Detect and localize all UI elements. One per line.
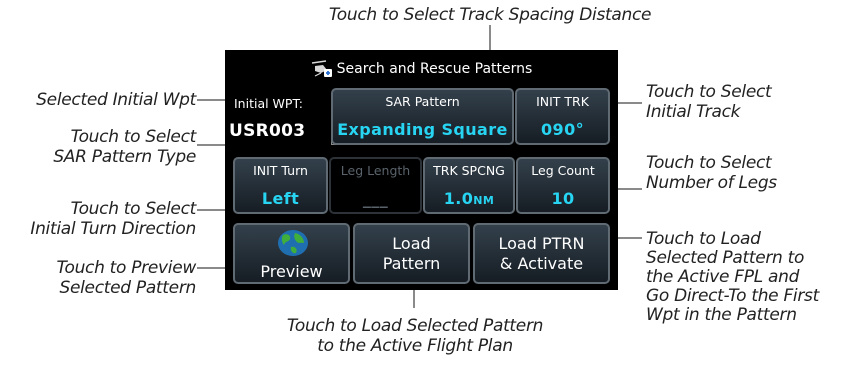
callout-load-activate: Touch to Load Selected Pattern to the Ac…	[646, 230, 854, 325]
trk-spcng-value: 1.0	[443, 189, 474, 208]
callout-preview: Touch to Preview Selected Pattern	[0, 258, 196, 298]
preview-label: Preview	[260, 262, 323, 281]
callout-load-pattern: Touch to Load Selected Pattern to the Ac…	[240, 316, 590, 356]
callout-line: Go Direct-To the First	[646, 286, 819, 306]
initial-wpt-value: USR003	[229, 121, 306, 141]
sar-pattern-value: Expanding Square	[337, 120, 508, 139]
init-trk-button[interactable]: INIT TRK 090°	[515, 88, 610, 145]
load-activate-line2: & Activate	[499, 254, 584, 273]
callout-line: SAR Pattern Type	[53, 147, 196, 167]
trk-spcng-label: TRK SPCNG	[433, 163, 505, 178]
init-turn-button[interactable]: INIT Turn Left	[233, 157, 328, 214]
load-pattern-line2: Pattern	[382, 254, 441, 273]
init-turn-value: Left	[261, 189, 300, 208]
callout-line: Touch to Load	[646, 229, 761, 249]
init-turn-label: INIT Turn	[253, 163, 308, 178]
callout-line: Initial Track	[646, 102, 741, 122]
globe-icon	[278, 230, 308, 256]
trk-spcng-value-row: 1.0NM	[425, 189, 513, 208]
callout-selected-initial-wpt: Selected Initial Wpt	[36, 90, 196, 110]
load-pattern-button[interactable]: Load Pattern	[353, 223, 470, 284]
screen-title-bar: Search and Rescue Patterns	[225, 50, 618, 87]
load-pattern-line1: Load	[392, 234, 431, 253]
callout-line: the Active FPL and	[646, 267, 800, 287]
trk-spcng-unit: NM	[473, 194, 495, 207]
callout-line: Selected Pattern	[59, 278, 196, 298]
callout-line: Touch to Preview	[56, 258, 196, 278]
callout-line: Wpt in the Pattern	[646, 305, 797, 325]
init-trk-value: 090°	[541, 120, 584, 139]
leg-count-label: Leg Count	[531, 163, 595, 178]
leg-length-value: ___	[362, 189, 389, 208]
sar-helicopter-icon	[311, 59, 332, 77]
load-activate-button[interactable]: Load PTRN & Activate	[473, 223, 610, 284]
sar-pattern-label: SAR Pattern	[385, 94, 460, 109]
callout-number-of-legs: Touch to Select Number of Legs	[646, 153, 851, 193]
screen-title: Search and Rescue Patterns	[336, 60, 533, 77]
callout-track-spacing: Touch to Select Track Spacing Distance	[328, 5, 652, 25]
callout-line: Number of Legs	[646, 173, 777, 193]
callout-line: Touch to Select	[70, 199, 197, 219]
sar-pattern-button[interactable]: SAR Pattern Expanding Square	[331, 88, 514, 145]
callout-line: Touch to Select	[646, 153, 772, 173]
leg-length-label: Leg Length	[340, 163, 411, 178]
preview-button[interactable]: Preview	[233, 223, 350, 284]
load-activate-line1: Load PTRN	[498, 234, 585, 253]
initial-wpt-label: Initial WPT:	[234, 96, 303, 111]
callout-initial-track: Touch to Select Initial Track	[646, 82, 851, 122]
leg-length-button: Leg Length ___	[329, 157, 422, 214]
callout-sar-pattern-type: Touch to Select SAR Pattern Type	[0, 127, 196, 167]
sar-screen: Search and Rescue Patterns Initial WPT: …	[225, 50, 618, 290]
callout-line: Initial Turn Direction	[30, 219, 196, 239]
callout-line: to the Active Flight Plan	[317, 336, 513, 356]
callout-initial-turn: Touch to Select Initial Turn Direction	[0, 199, 196, 239]
callout-line: Touch to Select	[70, 127, 197, 147]
callout-line: Touch to Load Selected Pattern	[286, 316, 544, 336]
trk-spcng-button[interactable]: TRK SPCNG 1.0NM	[423, 157, 515, 214]
callout-line: Selected Pattern to	[646, 248, 805, 268]
leg-count-button[interactable]: Leg Count 10	[516, 157, 610, 214]
callout-line: Touch to Select	[646, 82, 772, 102]
leg-count-value: 10	[551, 189, 575, 208]
init-trk-label: INIT TRK	[536, 94, 589, 109]
